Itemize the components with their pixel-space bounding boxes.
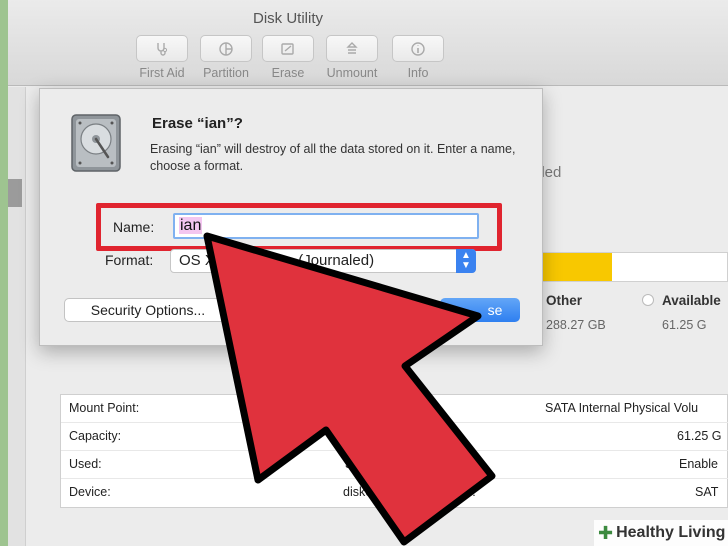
unmount-button[interactable] — [326, 35, 378, 62]
row-value: 61.25 G — [677, 429, 722, 443]
row-label: Ow — [409, 457, 428, 471]
security-options-button[interactable]: Security Options... — [64, 298, 232, 322]
legend-other-title: Other — [546, 293, 583, 308]
chevron-updown-icon: ▲ ▼ — [456, 249, 476, 273]
legend-other-value: 288.27 GB — [546, 318, 606, 332]
hard-disk-icon — [71, 114, 121, 172]
table-row: Device: disk0s4 Connection: SAT — [61, 479, 728, 507]
row-value: Enable — [679, 457, 718, 471]
row-value: 62 GB — [353, 429, 389, 443]
format-label: Format: — [105, 252, 154, 268]
row-label: Capacity: — [69, 429, 122, 443]
toolbar: Disk Utility First Aid Partition Erase U… — [8, 0, 728, 86]
dialog-message: Erasing “ian” will destroy of all the da… — [150, 142, 516, 173]
stethoscope-icon — [157, 42, 168, 56]
name-input[interactable]: ian — [173, 213, 479, 239]
usage-bar — [528, 252, 728, 282]
app-window: Disk Utility First Aid Partition Erase U… — [8, 0, 728, 546]
row-label: Used: — [69, 457, 102, 471]
row-label: Mount Point: — [69, 401, 140, 415]
table-row: Mount Point: SATA Internal Physical Volu — [61, 395, 728, 423]
format-select-value: OS X (Journaled) — [179, 252, 375, 269]
leaf-icon: ✚ — [598, 522, 614, 543]
erase-button[interactable]: se — [440, 298, 520, 322]
info-label: Info — [407, 66, 429, 80]
partition-button[interactable] — [200, 35, 252, 62]
pie-icon — [219, 41, 233, 56]
row-value: SATA Internal Physical Volu — [545, 401, 699, 415]
name-input-value: ian — [179, 217, 203, 234]
legend-available-dot — [642, 294, 654, 306]
watermark-text: Healthy Living — [616, 524, 726, 541]
erase-button-label: se — [487, 302, 503, 318]
erase-dialog: Erase “ian”? Erasing “ian” will destroy … — [39, 88, 543, 346]
eraser-icon — [281, 42, 294, 55]
row-label: Device: — [69, 485, 111, 499]
table-row: Capacity: 62 GB 61.25 G — [61, 423, 728, 451]
info-table: Mount Point: SATA Internal Physical Volu… — [60, 394, 728, 509]
row-value: SAT — [695, 485, 719, 499]
name-label: Name: — [113, 219, 155, 235]
erase-toolbar-button[interactable] — [262, 35, 314, 62]
info-button[interactable] — [392, 35, 444, 62]
row-value: 3.27 GB — [345, 457, 391, 471]
healthy-living-watermark: ✚ Healthy Living — [594, 520, 728, 546]
sidebar-scrollbar[interactable] — [8, 179, 22, 207]
legend-available-title: Available — [662, 293, 721, 308]
legend-available-value: 61.25 G — [662, 318, 707, 332]
row-label: Connection: — [409, 485, 476, 499]
sidebar — [8, 87, 26, 546]
unmount-icon — [346, 41, 358, 54]
format-select[interactable]: OS X (Journaled) ▲ ▼ — [170, 249, 476, 273]
first-aid-button[interactable] — [136, 35, 188, 62]
dialog-title: Erase “ian”? — [152, 115, 243, 132]
window-title: Disk Utility — [253, 10, 323, 27]
table-row: Used: 3.27 GB Ow Enable — [61, 451, 728, 479]
info-icon — [411, 41, 425, 56]
row-value: disk0s4 — [343, 485, 386, 499]
